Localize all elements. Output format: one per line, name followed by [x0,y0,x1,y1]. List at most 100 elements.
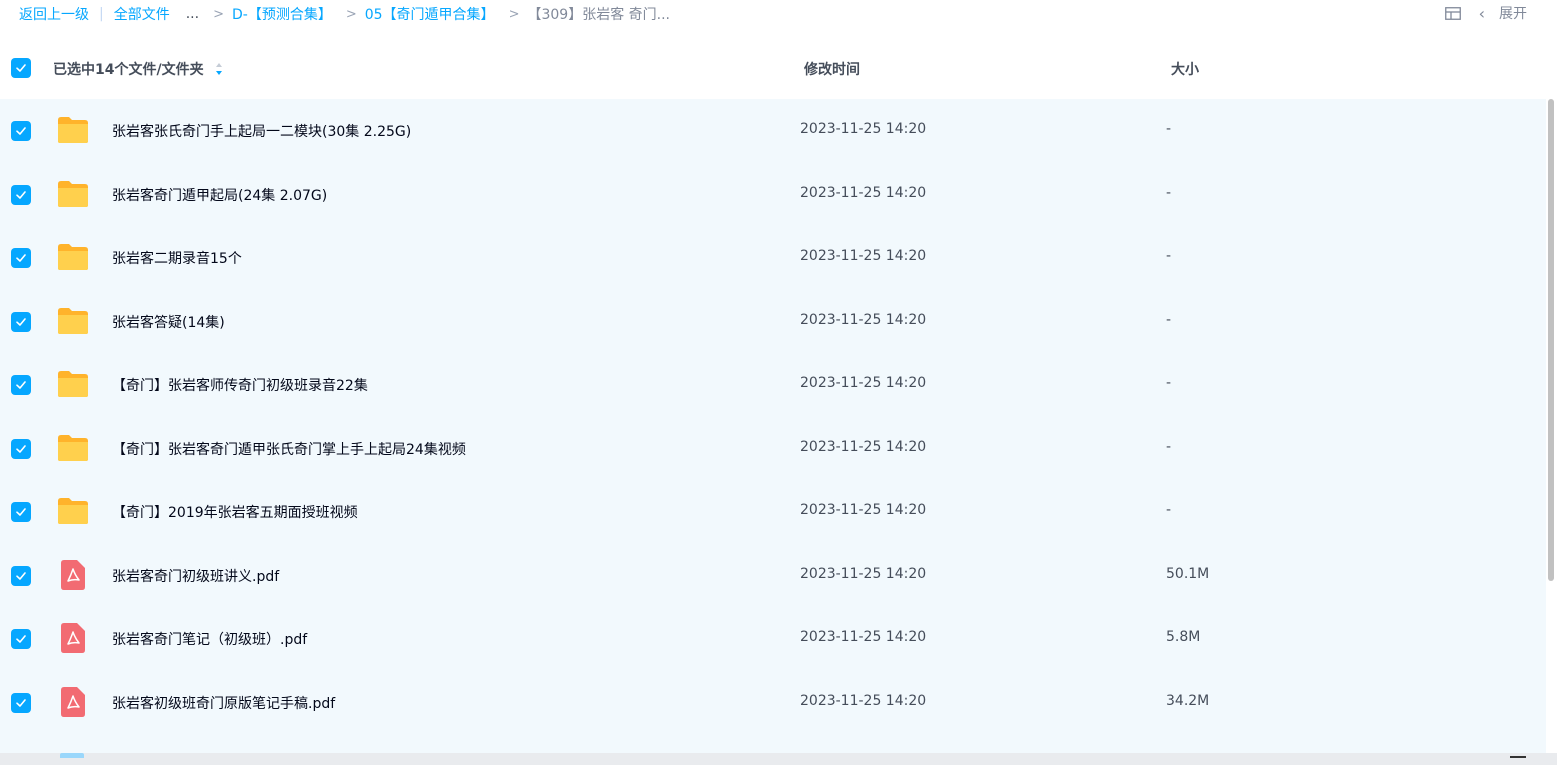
file-row[interactable]: 【奇门】张岩客奇门遁甲张氏奇门掌上手上起局24集视频 2023-11-25 14… [0,417,1546,481]
breadcrumb-separator: > [213,6,224,22]
select-all-checkbox[interactable] [11,58,31,78]
expand-label: 展开 [1499,6,1527,22]
file-row[interactable]: 张岩客奇门遁甲起局(24集 2.07G) 2023-11-25 14:20 - [0,163,1546,227]
file-list-header: 已选中14个文件/文件夹 修改时间 大小 [0,48,1557,88]
row-checkbox[interactable] [11,502,31,522]
expand-button[interactable]: ‹ 展开 [1479,3,1527,23]
folder-icon [58,434,88,461]
top-bar: 返回上一级 | 全部文件 ... > D-【预测合集】 > 05【奇门遁甲合集】… [0,0,1557,28]
file-size: - [1166,502,1172,518]
breadcrumb-level1[interactable]: D-【预测合集】 [232,4,332,24]
file-size: 50.1M [1166,565,1210,582]
file-name[interactable]: 【奇门】张岩客师传奇门初级班录音22集 [112,375,368,395]
check-icon [16,508,26,516]
scrollbar-thumb[interactable] [1548,99,1554,581]
file-size: - [1166,438,1172,455]
breadcrumb-root[interactable]: 全部文件 [114,4,170,24]
file-size: - [1166,248,1172,264]
folder-icon [58,371,88,397]
folder-icon [58,180,88,207]
breadcrumb-ellipsis[interactable]: ... [186,6,199,22]
folder-icon [58,117,88,143]
file-row[interactable]: 张岩客初级班奇门原版笔记手稿.pdf 2023-11-25 14:20 34.2… [0,671,1546,735]
check-icon [16,317,26,326]
file-name[interactable]: 张岩客奇门遁甲起局(24集 2.07G) [112,185,327,205]
size-column-header[interactable]: 大小 [1171,59,1199,79]
row-checkbox[interactable] [11,565,31,586]
file-time: 2023-11-25 14:20 [800,311,927,328]
file-time: 2023-11-25 14:20 [800,438,927,455]
partial-row-icon [60,753,84,758]
chevron-left-icon: ‹ [1478,3,1485,23]
row-checkbox[interactable] [11,438,31,459]
pdf-file-icon [61,559,85,590]
check-icon [16,381,26,389]
breadcrumb-divider: | [99,6,104,22]
file-time: 2023-11-25 14:20 [800,375,927,391]
file-name[interactable]: 张岩客答疑(14集) [112,312,225,332]
check-icon [16,444,26,453]
row-checkbox[interactable] [11,311,31,332]
selection-count: 已选中14个文件/文件夹 [53,62,204,78]
check-icon [16,64,26,72]
file-row[interactable]: 张岩客奇门笔记（初级班）.pdf 2023-11-25 14:20 5.8M [0,607,1546,671]
breadcrumb-current: 【309】张岩客 奇门... [527,7,670,23]
time-column-header[interactable]: 修改时间 [804,59,860,79]
check-icon [16,571,26,580]
file-name[interactable]: 张岩客奇门笔记（初级班）.pdf [112,629,307,649]
file-time: 2023-11-25 14:20 [800,629,927,645]
file-row[interactable]: 张岩客二期录音15个 2023-11-25 14:20 - [0,226,1546,290]
file-list: 张岩客张氏奇门手上起局一二模块(30集 2.25G) 2023-11-25 14… [0,99,1546,753]
file-size: 34.2M [1166,692,1210,709]
file-row[interactable]: 【奇门】张岩客师传奇门初级班录音22集 2023-11-25 14:20 - [0,353,1546,417]
toolbar-right: ‹ 展开 [1444,3,1527,23]
file-time: 2023-11-25 14:20 [800,502,927,518]
check-icon [16,698,26,707]
check-icon [16,254,26,262]
file-name[interactable]: 张岩客初级班奇门原版笔记手稿.pdf [112,693,335,713]
file-size: - [1166,375,1172,391]
file-name[interactable]: 【奇门】2019年张岩客五期面授班视频 [112,502,358,522]
file-size: - [1166,311,1172,328]
folder-icon [58,307,88,334]
file-name[interactable]: 张岩客张氏奇门手上起局一二模块(30集 2.25G) [112,121,411,141]
check-icon [16,127,26,135]
row-checkbox[interactable] [11,248,31,268]
breadcrumb-separator: > [508,6,520,22]
folder-icon [58,244,88,270]
file-row[interactable]: 张岩客张氏奇门手上起局一二模块(30集 2.25G) 2023-11-25 14… [0,99,1546,163]
pdf-file-icon [61,623,85,653]
breadcrumb: 返回上一级 | 全部文件 ... > D-【预测合集】 > 05【奇门遁甲合集】… [19,4,670,24]
check-icon [16,190,26,199]
bottom-strip [0,753,1557,765]
file-size: - [1166,121,1172,137]
file-time: 2023-11-25 14:20 [800,565,927,582]
file-row[interactable]: 【奇门】2019年张岩客五期面授班视频 2023-11-25 14:20 - [0,480,1546,544]
breadcrumb-level2[interactable]: 05【奇门遁甲合集】 [365,4,495,24]
file-time: 2023-11-25 14:20 [800,184,927,201]
back-link[interactable]: 返回上一级 [19,4,89,24]
scrollbar[interactable] [1547,99,1555,753]
file-name[interactable]: 张岩客奇门初级班讲义.pdf [112,566,279,586]
file-name[interactable]: 张岩客二期录音15个 [112,248,242,268]
sort-icon[interactable] [214,60,224,78]
row-checkbox[interactable] [11,184,31,205]
row-checkbox[interactable] [11,692,31,713]
file-row[interactable]: 张岩客奇门初级班讲义.pdf 2023-11-25 14:20 50.1M [0,544,1546,608]
folder-icon [58,498,88,524]
row-checkbox[interactable] [11,629,31,649]
row-checkbox[interactable] [11,121,31,141]
check-icon [16,635,26,643]
file-time: 2023-11-25 14:20 [800,121,927,137]
pdf-file-icon [61,686,85,717]
name-column-header: 已选中14个文件/文件夹 [53,59,224,79]
file-row[interactable]: 张岩客答疑(14集) 2023-11-25 14:20 - [0,290,1546,354]
breadcrumb-separator: > [345,6,357,22]
grid-view-icon[interactable] [1444,6,1461,20]
file-time: 2023-11-25 14:20 [800,248,927,264]
file-size: - [1166,184,1172,201]
row-checkbox[interactable] [11,375,31,395]
file-time: 2023-11-25 14:20 [800,692,927,709]
file-size: 5.8M [1166,629,1201,645]
file-name[interactable]: 【奇门】张岩客奇门遁甲张氏奇门掌上手上起局24集视频 [112,439,466,459]
